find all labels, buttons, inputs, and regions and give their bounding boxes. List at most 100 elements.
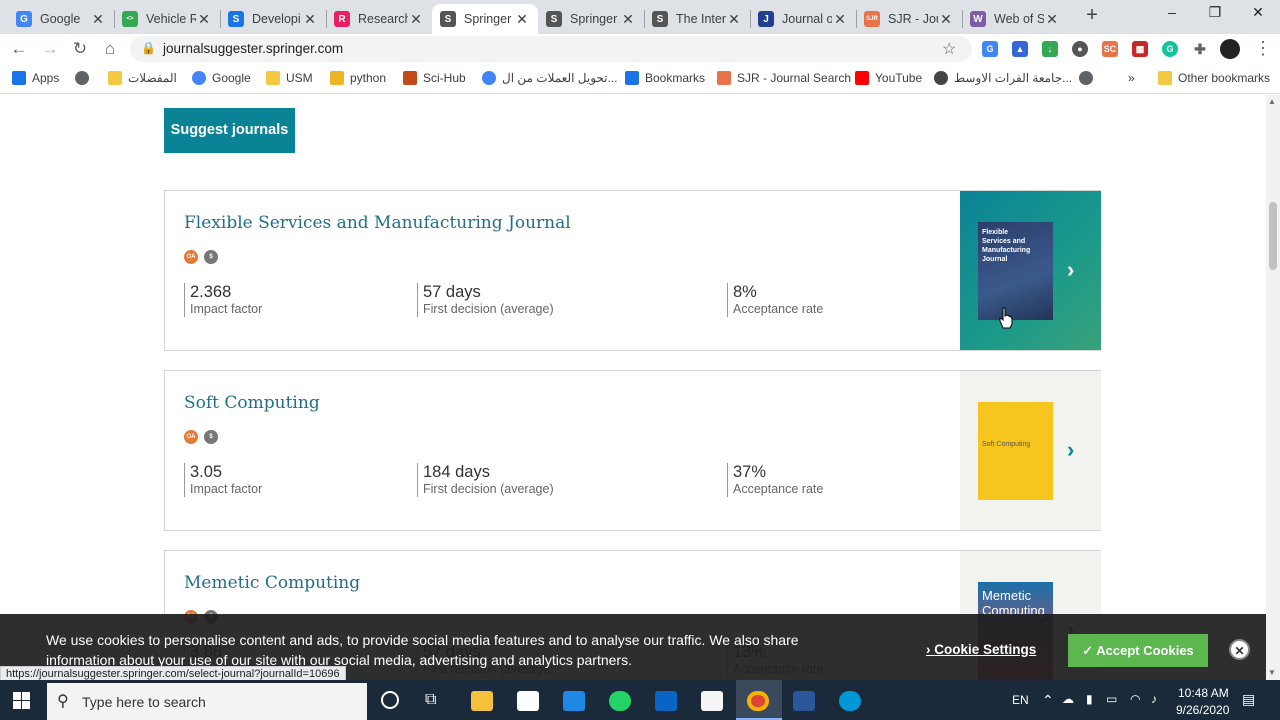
- battery-icon[interactable]: ▭: [1106, 692, 1117, 706]
- close-tab-icon[interactable]: ✕: [1044, 11, 1060, 28]
- browser-tab[interactable]: S Springer ✕: [432, 4, 538, 34]
- download-extension-icon[interactable]: ↓: [1042, 41, 1058, 57]
- globe-icon: [1079, 71, 1093, 85]
- bookmark-star-icon[interactable]: ☆: [942, 39, 956, 59]
- browser-tab[interactable]: J Journal o ✕: [750, 4, 856, 34]
- first-decision-label: First decision (average): [423, 302, 554, 316]
- clock-date[interactable]: 9/26/2020: [1176, 703, 1229, 717]
- windows-start-icon[interactable]: [13, 692, 30, 709]
- globe-icon: [75, 71, 89, 85]
- restore-button[interactable]: ❐: [1203, 4, 1227, 26]
- back-button[interactable]: ←: [8, 38, 30, 60]
- cap-extension-icon[interactable]: ▲: [1012, 41, 1028, 57]
- chevron-right-icon[interactable]: ›: [1067, 437, 1074, 463]
- microphone-icon[interactable]: ▮: [1086, 692, 1093, 706]
- journal-title[interactable]: Flexible Services and Manufacturing Jour…: [184, 213, 571, 233]
- cloud-icon[interactable]: ☁: [1062, 692, 1074, 706]
- notification-icon[interactable]: ▤: [1242, 691, 1255, 708]
- scroll-up-arrow[interactable]: ▲: [1268, 97, 1276, 106]
- bookmark-item[interactable]: USM: [266, 71, 313, 85]
- grammarly-extension-icon[interactable]: G: [1162, 41, 1178, 57]
- cookie-settings-link[interactable]: › Cookie Settings: [926, 642, 1036, 657]
- browser-tab[interactable]: S The Inter ✕: [644, 4, 750, 34]
- journal-cover-panel[interactable]: Soft Computing ›: [960, 371, 1101, 530]
- bookmark-item[interactable]: »: [1128, 71, 1135, 85]
- volume-icon[interactable]: ♪: [1151, 692, 1157, 706]
- bookmark-item[interactable]: تحويل العملات من ال...: [482, 71, 618, 85]
- close-tab-icon[interactable]: ✕: [196, 11, 212, 28]
- word-icon[interactable]: [793, 691, 815, 711]
- wifi-icon[interactable]: ◠: [1130, 692, 1140, 706]
- chrome-icon[interactable]: [747, 691, 769, 711]
- browser-tab[interactable]: S Developi ✕: [220, 4, 326, 34]
- browser-tab[interactable]: S Springer ✕: [538, 4, 644, 34]
- journal-card[interactable]: Flexible Services and Manufacturing Jour…: [164, 190, 1101, 351]
- clock-time[interactable]: 10:48 AM: [1178, 686, 1229, 700]
- browser-tab[interactable]: G Google ✕: [8, 4, 114, 34]
- puzzle-extensions-icon[interactable]: ✚: [1192, 41, 1208, 57]
- browser-tab[interactable]: SJR SJR - Jou ✕: [856, 4, 962, 34]
- grid-extension-icon[interactable]: ▦: [1132, 41, 1148, 57]
- taskbar-search-box[interactable]: ⚲ Type here to search: [47, 683, 367, 720]
- tab-title: Springer: [570, 12, 618, 26]
- task-view-icon[interactable]: ⧉: [425, 691, 436, 709]
- sketch-app-icon[interactable]: [701, 691, 723, 711]
- close-tab-icon[interactable]: ✕: [726, 11, 742, 28]
- close-tab-icon[interactable]: ✕: [832, 11, 848, 28]
- bookmark-item[interactable]: YouTube: [855, 71, 922, 85]
- scrollbar-thumb[interactable]: [1269, 202, 1277, 270]
- reload-button[interactable]: ↻: [69, 38, 91, 60]
- scroll-down-arrow[interactable]: ▼: [1268, 668, 1276, 677]
- home-button[interactable]: ⌂: [99, 38, 121, 60]
- bookmark-item[interactable]: SJR - Journal Search: [717, 71, 851, 85]
- bookmark-item[interactable]: python: [330, 71, 386, 85]
- profile-avatar[interactable]: [1220, 39, 1240, 59]
- journal-card[interactable]: Soft Computing OA $3.05 Impact factor 184 da…: [164, 370, 1101, 531]
- whatsapp-icon[interactable]: [609, 691, 631, 711]
- bookmark-item[interactable]: Other bookmarks: [1158, 71, 1270, 85]
- close-tab-icon[interactable]: ✕: [302, 11, 318, 28]
- close-tab-icon[interactable]: ✕: [514, 11, 530, 28]
- bookmark-item[interactable]: المفضلات: [108, 71, 177, 85]
- file-explorer-icon[interactable]: [471, 691, 493, 711]
- browser-tab[interactable]: R Research ✕: [326, 4, 432, 34]
- browser-tab[interactable]: <> Vehicle R ✕: [114, 4, 220, 34]
- chevron-up-icon[interactable]: ⌃: [1042, 692, 1054, 709]
- bookmark-item[interactable]: [75, 71, 95, 85]
- bookmark-item[interactable]: Sci-Hub: [403, 71, 466, 85]
- journal-cover-panel[interactable]: Flexible Services and Manufacturing Journal…: [960, 191, 1101, 350]
- bookmark-item[interactable]: Apps: [12, 71, 59, 85]
- cortana-icon[interactable]: [381, 691, 399, 709]
- minimize-button[interactable]: –: [1160, 4, 1184, 26]
- bookmark-item[interactable]: Bookmarks: [625, 71, 705, 85]
- journal-title[interactable]: Soft Computing: [184, 393, 320, 413]
- close-tab-icon[interactable]: ✕: [620, 11, 636, 28]
- close-window-button[interactable]: ✕: [1246, 4, 1270, 26]
- circle-extension-icon[interactable]: ●: [1072, 41, 1088, 57]
- accept-cookies-button[interactable]: ✓ Accept Cookies: [1068, 634, 1208, 667]
- suggest-journals-button[interactable]: Suggest journals: [164, 108, 295, 153]
- close-tab-icon[interactable]: ✕: [408, 11, 424, 28]
- new-tab-button[interactable]: +: [1082, 5, 1102, 25]
- journal-title[interactable]: Memetic Computing: [184, 573, 360, 593]
- translate-extension-icon[interactable]: G: [982, 41, 998, 57]
- scrollbar-track[interactable]: [1266, 95, 1280, 680]
- mail-icon[interactable]: [563, 691, 585, 711]
- close-tab-icon[interactable]: ✕: [938, 11, 954, 28]
- language-indicator[interactable]: EN: [1012, 693, 1029, 707]
- browser-menu-icon[interactable]: ⋮: [1254, 38, 1272, 59]
- outlook-icon[interactable]: [655, 691, 677, 711]
- address-bar[interactable]: 🔒 journalsuggester.springer.com ☆: [130, 36, 972, 62]
- browser-tab[interactable]: W Web of S ✕: [962, 4, 1068, 34]
- bookmark-item[interactable]: Google: [192, 71, 251, 85]
- sc-extension-icon[interactable]: SC: [1102, 41, 1118, 57]
- bookmark-item[interactable]: جامعة الفرات الاوسط...: [934, 71, 1072, 85]
- close-icon[interactable]: ✕: [1229, 639, 1250, 660]
- chevron-right-icon[interactable]: ›: [1067, 257, 1074, 283]
- store-icon[interactable]: [517, 691, 539, 711]
- forward-button[interactable]: →: [39, 38, 61, 60]
- bookmark-item[interactable]: [1079, 71, 1099, 85]
- url-text: journalsuggester.springer.com: [163, 41, 344, 56]
- camera-app-icon[interactable]: [839, 691, 861, 711]
- close-tab-icon[interactable]: ✕: [90, 11, 106, 28]
